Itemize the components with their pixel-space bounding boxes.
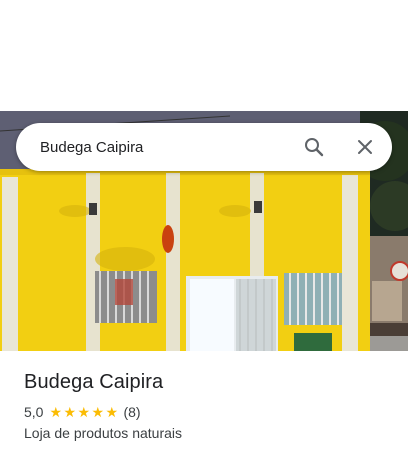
rating-value: 5,0 [24, 404, 44, 420]
map-blank-area [0, 0, 408, 111]
star-icon: ★ [77, 404, 91, 420]
star-icon: ★ [63, 404, 77, 420]
search-bar[interactable] [16, 123, 392, 171]
review-count[interactable]: (8) [123, 404, 140, 420]
place-info-panel: Budega Caipira 5,0 ★ ★ ★ ★ ★ (8) Loja de… [0, 351, 408, 462]
search-icon[interactable] [302, 135, 326, 159]
rating-row[interactable]: 5,0 ★ ★ ★ ★ ★ (8) [24, 404, 141, 420]
place-name[interactable]: Budega Caipira [24, 371, 163, 394]
star-rating: ★ ★ ★ ★ ★ [49, 405, 119, 419]
star-icon: ★ [49, 404, 63, 420]
star-icon: ★ [105, 404, 119, 420]
search-input[interactable] [40, 137, 290, 157]
close-icon[interactable] [353, 135, 377, 159]
star-icon: ★ [91, 404, 105, 420]
place-category: Loja de produtos naturais [24, 425, 182, 441]
